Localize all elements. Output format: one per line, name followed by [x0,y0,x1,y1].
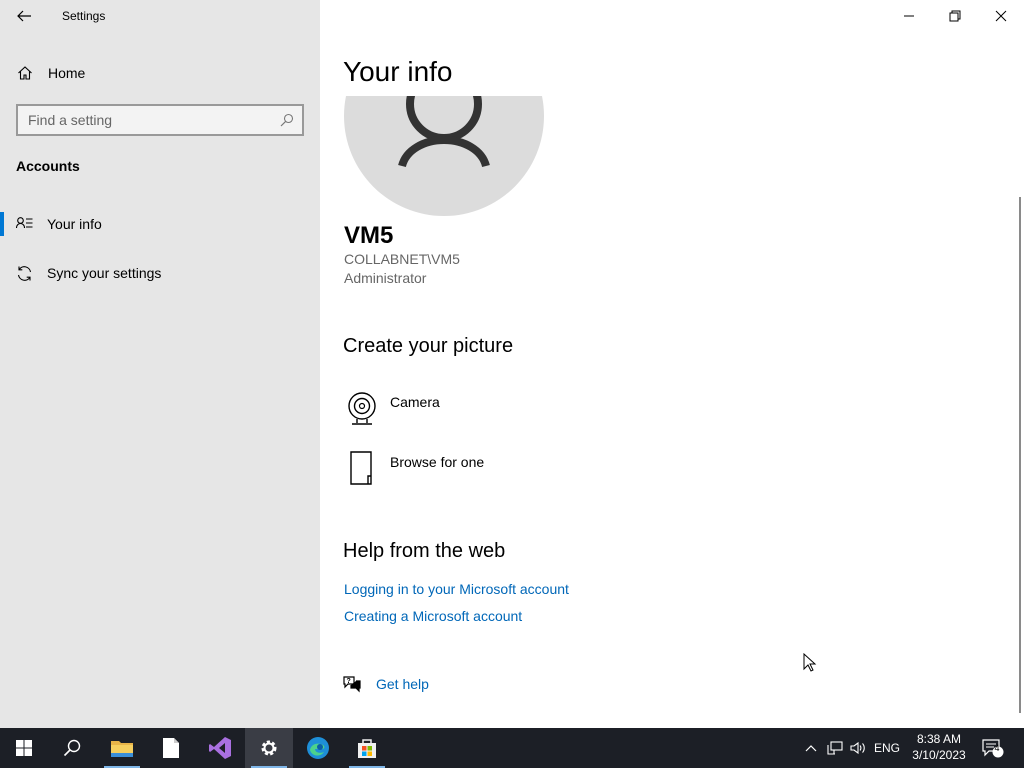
restore-button[interactable] [932,0,978,32]
action-center-button[interactable]: 4 [978,728,1008,768]
windows-logo-icon [16,740,32,756]
taskbar-settings[interactable] [245,728,293,768]
search-box[interactable] [16,104,304,136]
svg-text:?: ? [347,678,351,685]
active-indicator [0,212,4,236]
search-icon [63,739,81,757]
taskbar-notepad[interactable] [147,728,195,768]
network-button[interactable] [824,728,846,768]
clock-date: 3/10/2023 [912,748,966,762]
app-title: Settings [62,9,106,23]
folder-icon [111,741,133,757]
sidebar-item-your-info[interactable]: Your info [0,208,320,240]
home-label: Home [48,65,86,81]
clock-time: 8:38 AM [916,732,962,746]
taskbar-edge[interactable] [294,728,342,768]
start-button[interactable] [0,728,48,768]
document-icon [350,451,372,485]
minimize-icon [904,15,914,17]
mouse-pointer-icon [803,653,817,672]
taskbar-store[interactable] [343,728,391,768]
help-heading: Help from the web [343,540,506,562]
taskbar-search-button[interactable] [48,728,96,768]
restore-icon [949,10,961,22]
user-account: COLLABNET\VM5 [344,251,460,267]
sidebar-item-label: Your info [47,216,102,232]
camera-option[interactable]: Camera [344,390,644,430]
store-icon [358,739,376,758]
back-arrow-icon [17,10,31,22]
sidebar-item-label: Sync your settings [47,265,162,281]
help-link-logging-in[interactable]: Logging in to your Microsoft account [344,581,569,597]
volume-button[interactable] [847,728,869,768]
close-button[interactable] [978,0,1024,32]
network-icon [827,741,843,755]
input-language-button[interactable]: ENG [872,728,902,768]
get-help-link[interactable]: ? Get help [343,674,543,696]
person-icon [398,96,490,168]
chat-help-icon: ? [343,676,361,693]
sidebar-item-sync-settings[interactable]: Sync your settings [0,257,320,289]
camera-icon [348,392,376,425]
get-help-label: Get help [376,676,429,692]
search-input[interactable] [18,106,273,134]
search-icon[interactable] [280,113,294,127]
sidebar-item-home[interactable]: Home [0,58,320,88]
visual-studio-icon [209,737,231,759]
taskbar: ENG 8:38 AM 3/10/2023 4 [0,728,1024,768]
notification-count-badge: 4 [994,743,1000,753]
user-name: VM5 [344,222,394,249]
sync-icon [17,266,32,281]
person-list-icon [16,217,33,229]
avatar [344,96,544,216]
clock[interactable]: 8:38 AM 3/10/2023 [905,731,973,763]
browse-option[interactable]: Browse for one [344,450,644,490]
taskbar-visual-studio[interactable] [196,728,244,768]
minimize-button[interactable] [886,0,932,32]
back-button[interactable] [12,4,36,28]
home-icon [18,66,32,80]
browse-label: Browse for one [390,454,485,470]
page-title: Your info [343,56,453,87]
show-hidden-icons-button[interactable] [800,728,822,768]
scrollbar[interactable] [1019,197,1021,713]
camera-label: Camera [390,394,440,410]
help-link-create-account[interactable]: Creating a Microsoft account [344,608,522,624]
notepad-icon [163,738,179,758]
create-picture-heading: Create your picture [343,335,514,357]
title-bar: Settings [0,0,320,32]
chevron-up-icon [805,745,817,752]
taskbar-file-explorer[interactable] [98,728,146,768]
edge-icon [307,737,329,759]
user-role: Administrator [344,270,427,286]
section-title: Accounts [16,158,80,174]
close-icon [995,10,1007,22]
gear-icon [261,740,277,756]
sidebar: Settings Home Accounts Your info Sync yo… [0,0,320,728]
speaker-icon [850,741,865,755]
